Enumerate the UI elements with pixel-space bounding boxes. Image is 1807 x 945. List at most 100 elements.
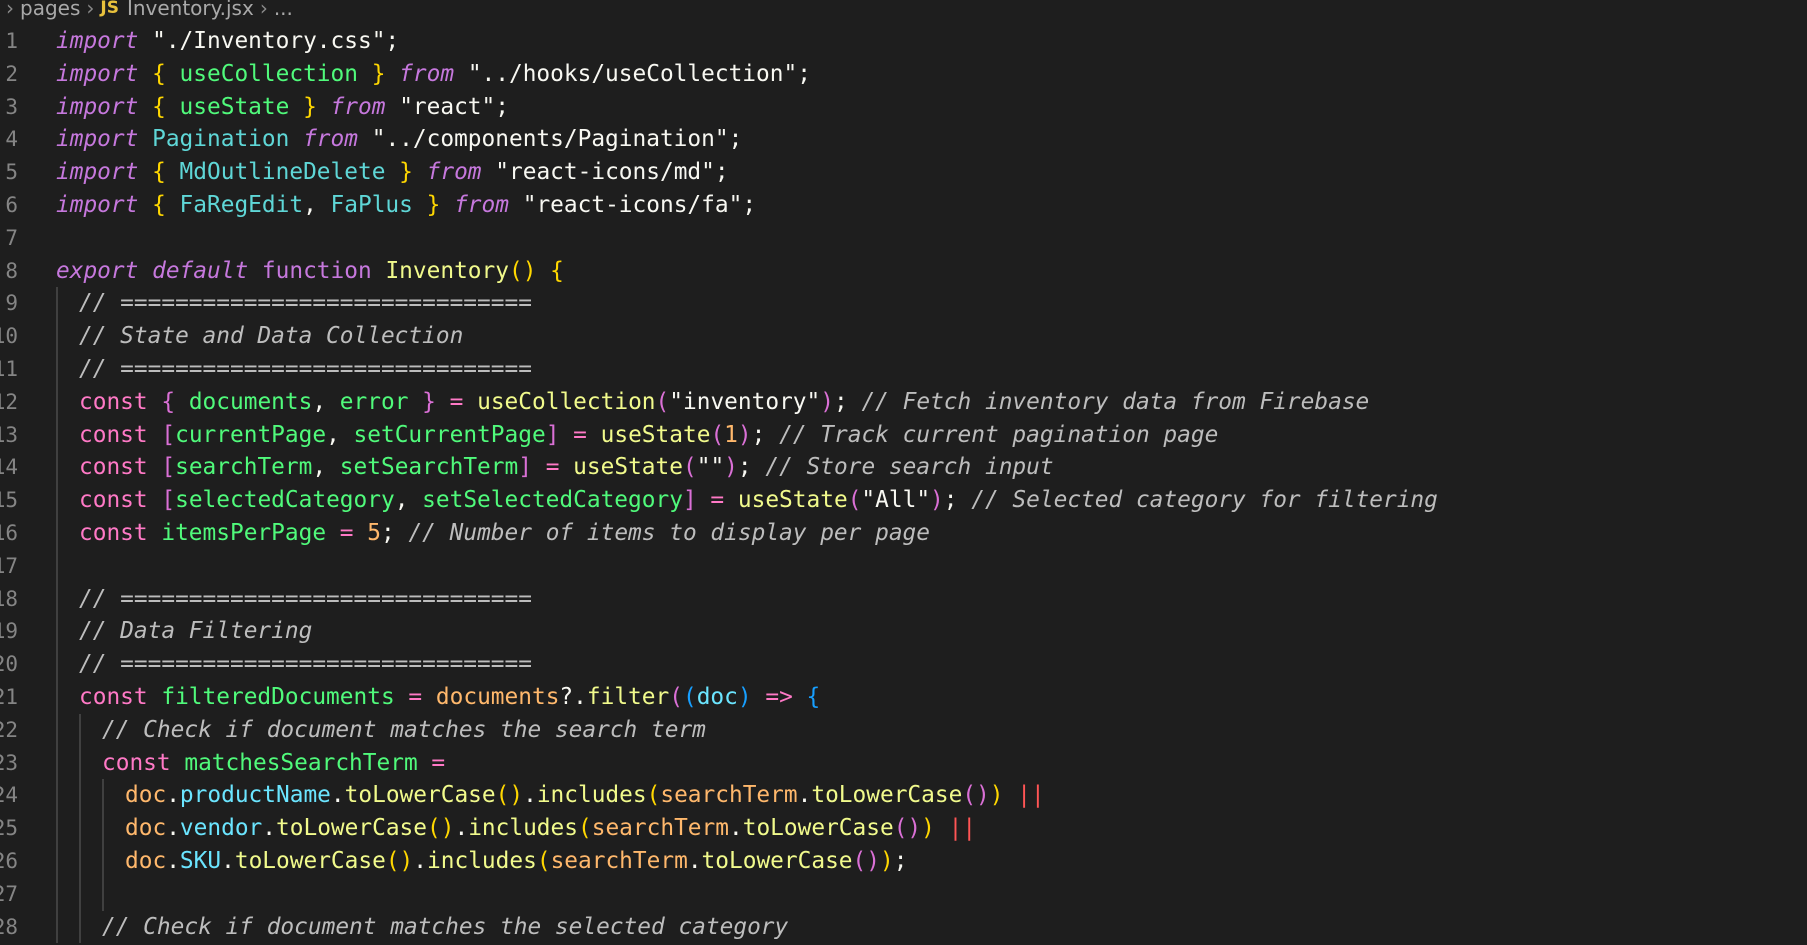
- code-text: doc.vendor.toLowerCase().includes(search…: [125, 812, 976, 845]
- code-token: {: [806, 683, 821, 710]
- breadcrumb-folder[interactable]: pages: [20, 0, 80, 18]
- code-token: function: [261, 257, 372, 284]
- code-token: =>: [765, 683, 793, 710]
- code-line[interactable]: 28 // Check if document matches the selec…: [0, 910, 1807, 944]
- code-token: ,: [394, 487, 423, 514]
- code-line[interactable]: 21 const filteredDocuments = documents?.f…: [0, 680, 1807, 714]
- code-line[interactable]: 15 const [selectedCategory, setSelectedCa…: [0, 484, 1807, 517]
- code-token: {: [161, 388, 176, 415]
- code-line[interactable]: 1 import "./Inventory.css";: [0, 25, 1807, 58]
- code-token: includes: [536, 782, 647, 809]
- indent-guide: [102, 844, 104, 878]
- line-number: 26: [0, 848, 18, 873]
- code-text: doc.productName.toLowerCase().includes(s…: [125, 779, 1045, 812]
- indent-guide: [56, 910, 58, 944]
- code-text: // Check if document matches the search …: [102, 714, 706, 747]
- indent-guide: [79, 779, 81, 813]
- code-line[interactable]: 26doc.SKU.toLowerCase().includes(searchT…: [0, 844, 1807, 878]
- line-number: 8: [5, 258, 18, 283]
- line-number: 12: [0, 389, 18, 414]
- code-editor[interactable]: › pages › JS Inventory.jsx ›... 1 import "./In…: [0, 0, 1807, 945]
- breadcrumb-file[interactable]: Inventory.jsx: [127, 0, 254, 18]
- code-line[interactable]: 25doc.vendor.toLowerCase().includes(sear…: [0, 812, 1807, 845]
- code-token: ;: [737, 454, 752, 481]
- code-token: "../hooks/useCollection": [467, 60, 798, 87]
- code-line[interactable]: 9 // ==============================: [0, 287, 1807, 321]
- code-line[interactable]: 23 const matchesSearchTerm =: [0, 746, 1807, 780]
- code-token: }: [303, 93, 317, 120]
- code-token: ;: [728, 126, 743, 153]
- code-token: .: [262, 815, 277, 842]
- code-token: (): [962, 782, 990, 809]
- code-line[interactable]: 13 const [currentPage, setCurrentPage] = …: [0, 418, 1807, 452]
- indent-guide: [79, 812, 81, 845]
- code-text: // ==============================: [79, 353, 532, 386]
- code-text: const [searchTerm, setSearchTerm] = useS…: [79, 451, 1054, 484]
- code-token: ;: [385, 28, 400, 54]
- code-line[interactable]: 19 // Data Filtering: [0, 615, 1807, 649]
- code-line[interactable]: 17: [0, 549, 1807, 583]
- code-line[interactable]: 7: [0, 222, 1807, 255]
- code-token: ;: [714, 159, 729, 186]
- indent-guide: [56, 418, 58, 452]
- code-area[interactable]: 1 import "./Inventory.css"; 2 import { useC…: [0, 25, 1807, 944]
- code-line[interactable]: 14 const [searchTerm, setSearchTerm] = us…: [0, 451, 1807, 485]
- code-token: useState: [165, 93, 304, 120]
- code-token: const: [79, 683, 148, 710]
- line-number: 15: [0, 488, 18, 513]
- code-token: (): [385, 847, 414, 874]
- code-line[interactable]: 20 // ==============================: [0, 648, 1807, 681]
- code-line[interactable]: 2 import { useCollection } from "../hooks…: [0, 58, 1807, 91]
- code-line[interactable]: 11 // ==============================: [0, 352, 1807, 386]
- code-token: ): [879, 847, 894, 874]
- code-line[interactable]: 3 import { useState } from "react";: [0, 91, 1807, 124]
- code-token: [: [161, 487, 176, 514]
- code-token: "./Inventory.css": [152, 28, 386, 54]
- code-line[interactable]: 4 import Pagination from "../components/P…: [0, 123, 1807, 156]
- code-token: =: [573, 421, 587, 448]
- code-token: (: [710, 421, 725, 448]
- indent-guide: [79, 844, 81, 878]
- code-token: toLowerCase: [742, 815, 894, 842]
- code-token: doc: [125, 782, 167, 809]
- code-line[interactable]: 6 import { FaRegEdit, FaPlus } from "reac…: [0, 189, 1807, 222]
- code-line[interactable]: 8 export default function Inventory() {: [0, 255, 1807, 288]
- indent-guide: [56, 680, 58, 714]
- code-line[interactable]: 22 // Check if document matches the searc…: [0, 713, 1807, 747]
- code-token: import: [56, 93, 139, 120]
- line-number: 14: [0, 455, 18, 480]
- code-token: "react": [399, 93, 496, 120]
- code-token: doc: [696, 683, 738, 710]
- code-token: .: [797, 782, 812, 809]
- breadcrumb-trail[interactable]: ...: [274, 0, 293, 18]
- code-line[interactable]: 27: [0, 877, 1807, 911]
- indent-guide: [56, 451, 58, 485]
- line-number: 28: [0, 914, 18, 939]
- breadcrumb-separator: ›: [6, 0, 14, 20]
- code-line[interactable]: 12 const { documents, error } = useCollec…: [0, 385, 1807, 419]
- code-line[interactable]: 24doc.productName.toLowerCase().includes…: [0, 779, 1807, 813]
- code-token: setSelectedCategory: [422, 487, 683, 514]
- code-line[interactable]: 16 const itemsPerPage = 5; // Number of i…: [0, 516, 1807, 550]
- code-token: doc: [125, 847, 167, 874]
- code-line[interactable]: 5 import { MdOutlineDelete } from "react-…: [0, 156, 1807, 189]
- code-token: 5: [367, 519, 381, 546]
- line-number: 7: [5, 225, 18, 250]
- code-line[interactable]: 18 // ==============================: [0, 582, 1807, 616]
- code-token: ?.: [559, 683, 587, 710]
- code-line[interactable]: 10 // State and Data Collection: [0, 320, 1807, 353]
